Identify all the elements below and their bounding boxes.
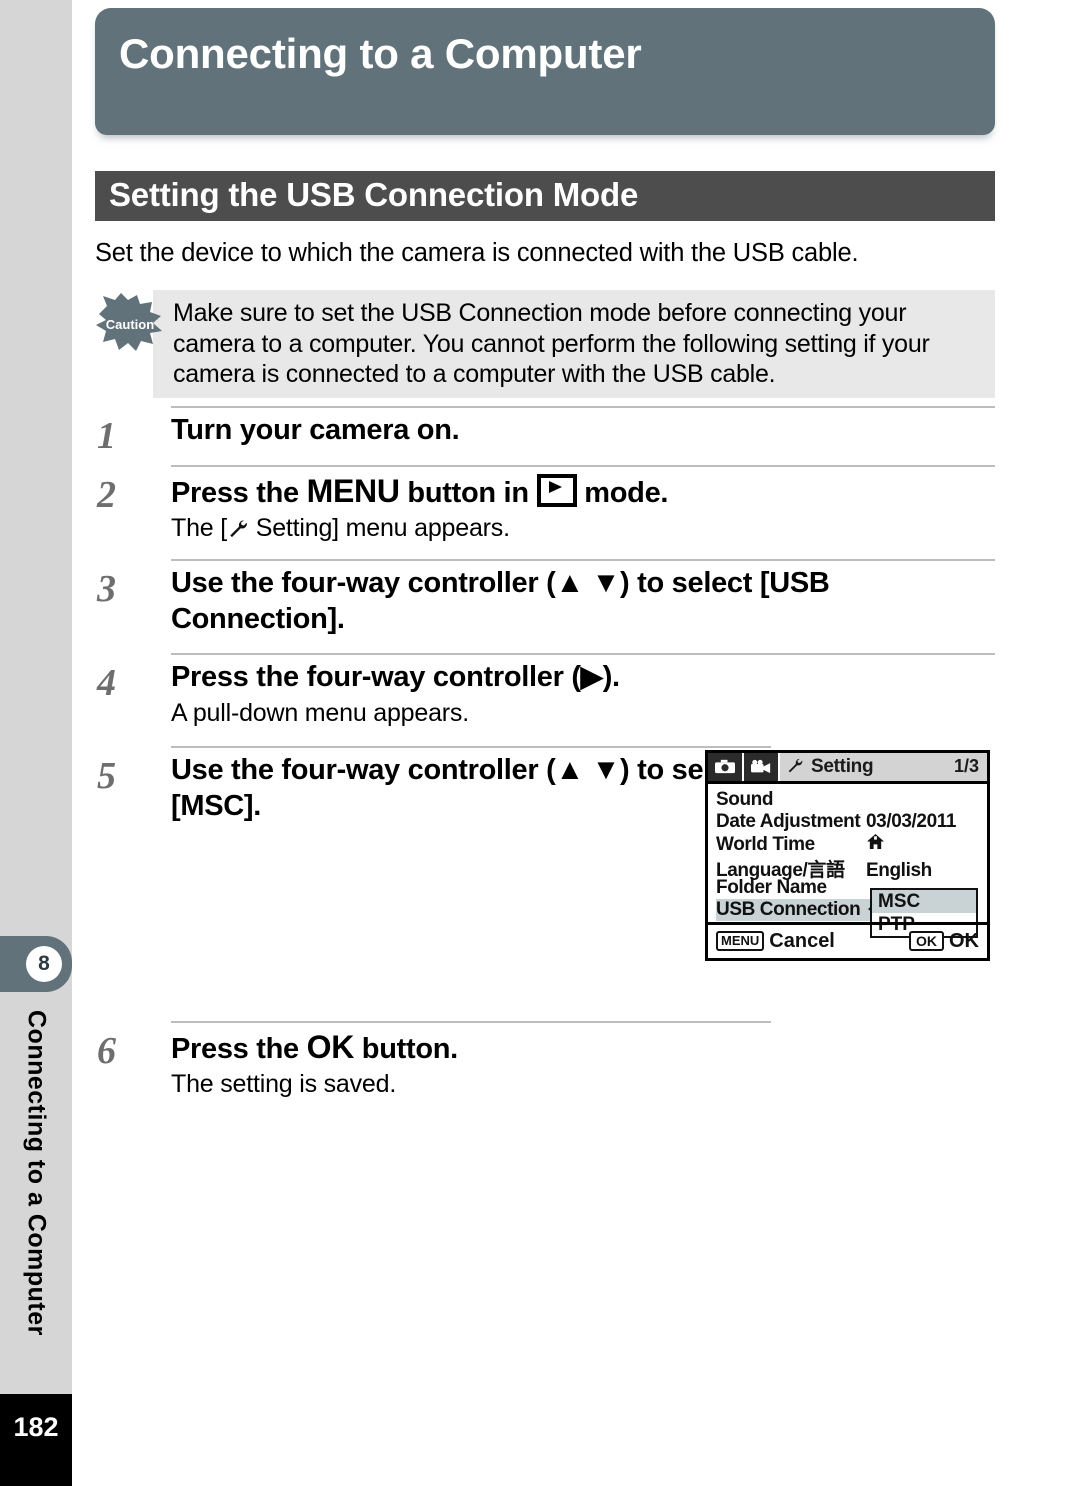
lcd-menu-item-world-time[interactable]: World Time (716, 833, 987, 855)
step-1-number: 1 (97, 415, 116, 458)
caution-block: Make sure to set the USB Connection mode… (95, 290, 995, 398)
step-2-title-mid: button in (399, 476, 537, 509)
lcd-footer-right: OK OK (909, 930, 979, 953)
caution-text: Make sure to set the USB Connection mode… (173, 299, 930, 389)
step-5-title: Use the four-way controller (▲ ▼) to sel… (171, 753, 753, 822)
step-4-rule (171, 653, 995, 656)
home-icon (866, 833, 885, 856)
lcd-tab-bar: Setting 1/3 (708, 752, 987, 784)
lcd-item-label: USB Connection (716, 898, 861, 920)
step-2-desc-pre: The [ (171, 513, 227, 542)
lcd-item-label: Date Adjustment (716, 810, 861, 832)
lcd-ok-label: OK (949, 929, 979, 952)
lcd-menu-item-language[interactable]: Language/言語 English (716, 855, 987, 881)
lcd-wrench-icon (786, 756, 808, 778)
step-3-rule (171, 558, 995, 561)
caution-badge-label: Caution (106, 317, 154, 332)
step-2-title-post: mode. (576, 476, 669, 509)
caution-icon: Caution (95, 292, 165, 354)
step-5-with-illustration: 5 Use the four-way controller (▲ ▼) to s… (95, 745, 995, 981)
step-2: 2 Press the MENU button in mode. The [ S… (95, 464, 995, 543)
step-6-title-post: button. (354, 1032, 458, 1065)
section-header-bar: Setting the USB Connection Mode (95, 171, 995, 221)
lcd-item-label: World Time (716, 833, 815, 855)
step-4-title: Press the four-way controller (▶). (171, 661, 620, 694)
lcd-cancel-label: Cancel (769, 929, 835, 952)
step-6-title-pre: Press the (171, 1032, 307, 1065)
dropdown-option-msc[interactable]: MSC (872, 889, 976, 913)
lcd-menu-item-sound[interactable]: Sound (716, 789, 987, 811)
chapter-banner: Connecting to a Computer (95, 8, 995, 135)
step-2-title: Press the MENU button in mode. (171, 471, 995, 511)
step-5-number: 5 (97, 754, 116, 797)
camera-lcd-illustration: Setting 1/3 Sound Date Adjustment 03/03/2… (705, 749, 990, 961)
step-6-rule (171, 1020, 771, 1023)
step-6-description: The setting is saved. (171, 1069, 397, 1098)
intro-paragraph: Set the device to which the camera is co… (95, 239, 859, 267)
step-4: 4 Press the four-way controller (▶). A p… (95, 653, 995, 727)
page-content: Connecting to a Computer Setting the USB… (95, 0, 995, 1099)
step-3-title: Use the four-way controller (▲ ▼) to sel… (171, 566, 830, 636)
step-4-number: 4 (97, 662, 116, 705)
step-1-rule (171, 406, 995, 409)
lcd-item-label: Sound (716, 788, 774, 810)
lcd-item-label: Folder Name (716, 876, 827, 898)
setting-tab-active[interactable]: Setting 1/3 (780, 752, 987, 781)
lcd-item-value: 03/03/2011 (866, 810, 957, 832)
step-5-rule (171, 745, 771, 748)
step-4-description: A pull-down menu appears. (171, 698, 469, 727)
menu-button-label: MENU (306, 472, 400, 509)
ok-key-badge[interactable]: OK (909, 931, 944, 952)
lcd-footer: MENU Cancel OK OK (708, 921, 987, 958)
page-number-block: 182 (0, 1394, 72, 1486)
caution-box: Make sure to set the USB Connection mode… (153, 290, 995, 398)
sidebar-chapter-title-text: Connecting to a Computer (22, 1010, 51, 1336)
step-1: 1 Turn your camera on. (95, 406, 995, 457)
step-6: 6 Press the OK button. The setting is sa… (95, 1020, 771, 1099)
chapter-tab: 8 (0, 936, 72, 992)
step-6-number: 6 (97, 1029, 116, 1072)
step-2-desc-post: Setting] menu appears. (248, 513, 510, 542)
ok-button-label: OK (306, 1028, 355, 1065)
sidebar-chapter-title: Connecting to a Computer (0, 1010, 72, 1370)
step-3: 3 Use the four-way controller (▲ ▼) to s… (95, 558, 995, 638)
page-title: Connecting to a Computer (119, 30, 642, 77)
step-2-description: The [ Setting] menu appears. (171, 513, 995, 543)
section-title: Setting the USB Connection Mode (109, 176, 639, 213)
step-1-title: Turn your camera on. (171, 414, 460, 447)
lcd-setting-label: Setting (811, 755, 874, 777)
lcd-menu-item-usb-connection[interactable]: USB Connection (716, 898, 890, 921)
lcd-menu-item-date-adjustment[interactable]: Date Adjustment 03/03/2011 (716, 811, 987, 833)
lcd-page-indicator: 1/3 (953, 756, 979, 777)
step-5: 5 Use the four-way controller (▲ ▼) to s… (95, 745, 771, 825)
movie-camera-tab[interactable] (744, 752, 780, 781)
step-2-number: 2 (97, 473, 116, 516)
step-3-number: 3 (97, 567, 116, 610)
menu-key-badge[interactable]: MENU (716, 931, 765, 952)
sidebar-rail: 8 Connecting to a Computer 182 (0, 0, 72, 1486)
lcd-menu-list: Sound Date Adjustment 03/03/2011 World Ti… (708, 784, 987, 938)
step-6-title: Press the OK button. (171, 1027, 771, 1067)
still-camera-tab[interactable] (708, 752, 744, 781)
step-2-rule (171, 464, 995, 467)
wrench-icon (227, 516, 249, 538)
chapter-number: 8 (26, 946, 62, 982)
playback-mode-icon (536, 473, 577, 507)
step-2-title-pre: Press the (171, 476, 307, 509)
page-number: 182 (13, 1412, 59, 1442)
